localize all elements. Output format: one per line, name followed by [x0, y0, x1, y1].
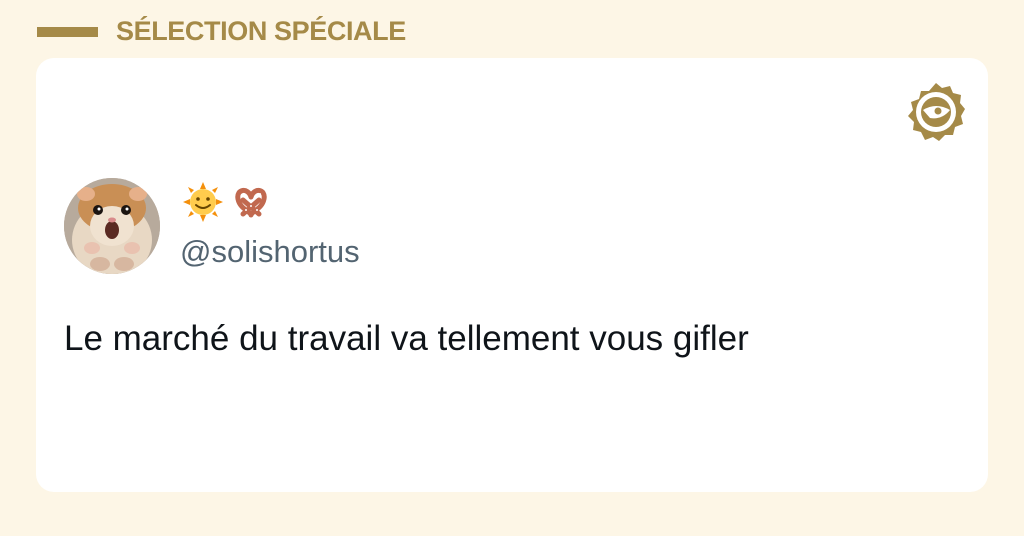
tweet-text: Le marché du travail va tellement vous g… — [64, 319, 749, 358]
header-accent-bar — [37, 27, 98, 37]
brand-badge-icon — [908, 83, 965, 141]
display-name[interactable] — [182, 182, 272, 222]
user-avatar[interactable] — [64, 178, 160, 274]
sun-with-face-emoji — [183, 182, 223, 222]
section-title: SÉLECTION SPÉCIALE — [116, 16, 406, 46]
hamster-avatar — [64, 178, 160, 274]
tweet-card: @solishortus Le marché du travail va tel… — [36, 58, 988, 492]
pretzel-emoji — [235, 188, 267, 218]
user-handle[interactable]: @solishortus — [180, 232, 360, 272]
